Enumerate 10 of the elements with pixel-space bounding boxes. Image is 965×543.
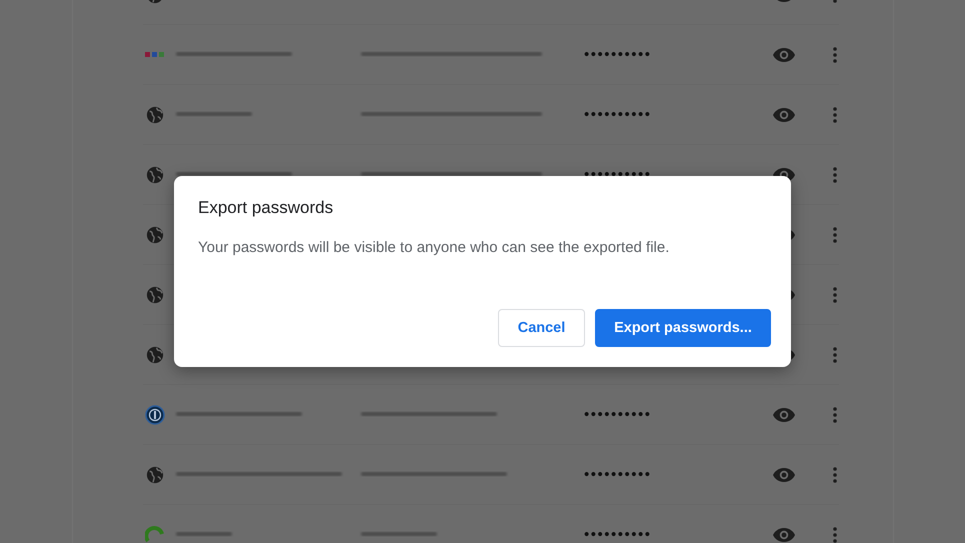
password-dots: •••••••••• — [584, 526, 652, 543]
dialog-message: Your passwords will be visible to anyone who can see the exported file. — [198, 239, 670, 256]
password-dots: •••••••••• — [584, 46, 652, 63]
export-button[interactable]: Export passwords... — [595, 309, 771, 347]
password-dots: •••••••••• — [584, 106, 652, 123]
password-dots: •••••••••• — [584, 406, 652, 423]
dialog-title: Export passwords — [198, 198, 334, 218]
password-dots: •••••••••• — [584, 466, 652, 483]
cancel-button[interactable]: Cancel — [498, 309, 585, 347]
password-dots: •••••••••• — [584, 166, 652, 183]
